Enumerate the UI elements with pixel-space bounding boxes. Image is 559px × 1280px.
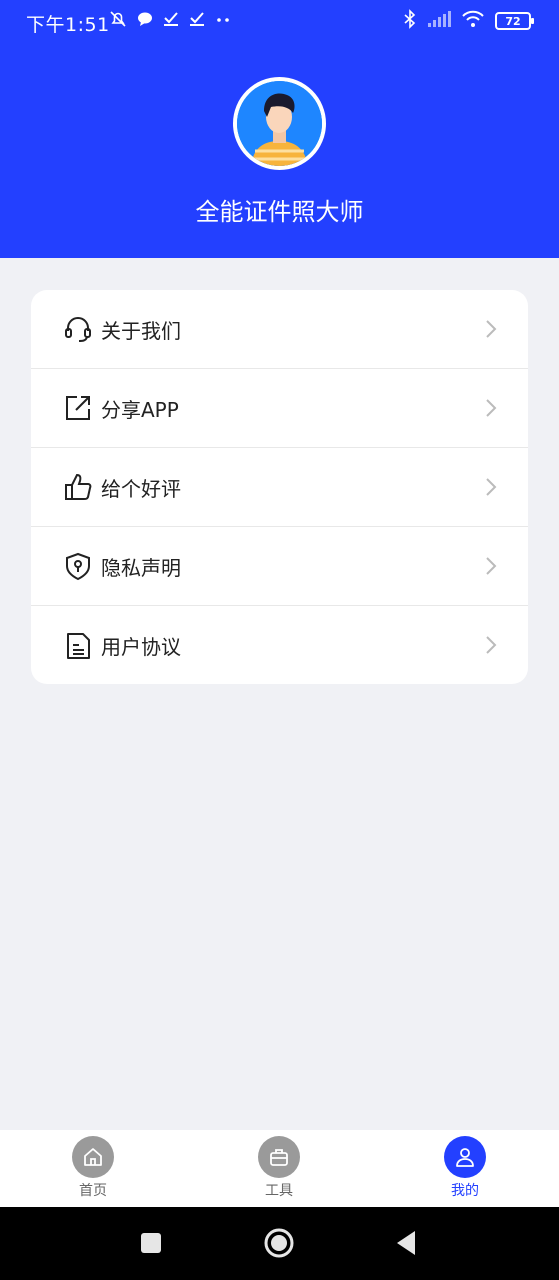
tab-home[interactable]: 首页 (53, 1136, 133, 1200)
menu-item-label: 用户协议 (101, 635, 181, 659)
check-icon (188, 10, 206, 32)
battery-icon: 72 (495, 12, 534, 30)
bluetooth-icon (403, 9, 417, 33)
status-time: 下午1:51 (26, 14, 110, 36)
menu-item-label: 分享APP (101, 397, 179, 422)
app-title: 全能证件照大师 (195, 198, 364, 226)
tab-label: 首页 (79, 1183, 107, 1199)
headset-icon (63, 314, 93, 344)
home-icon (72, 1136, 114, 1178)
back-button[interactable] (395, 1230, 417, 1260)
tab-mine[interactable]: 我的 (425, 1136, 505, 1200)
menu-item-rate-app[interactable]: 给个好评 (31, 448, 528, 527)
signal-icon (427, 10, 451, 32)
chevron-right-icon (486, 399, 497, 417)
toolbox-icon (258, 1136, 300, 1178)
profile-header: 下午1:51 72 全能证件照大师 (0, 0, 559, 258)
menu-item-privacy-policy[interactable]: 隐私声明 (31, 527, 528, 606)
tab-label: 我的 (451, 1183, 479, 1199)
tab-tools[interactable]: 工具 (239, 1136, 319, 1200)
chevron-right-icon (486, 636, 497, 654)
home-button[interactable] (263, 1227, 295, 1263)
user-avatar[interactable] (233, 77, 326, 170)
mute-icon (108, 9, 128, 33)
chevron-right-icon (486, 557, 497, 575)
wifi-icon (461, 10, 485, 32)
chevron-right-icon (486, 320, 497, 338)
menu-item-label: 关于我们 (101, 318, 181, 343)
tab-label: 工具 (265, 1183, 293, 1199)
check-icon (162, 10, 180, 32)
document-icon (63, 631, 93, 661)
thumbs-up-icon (63, 472, 93, 502)
more-dots-icon (214, 10, 232, 32)
bottom-tab-bar: 首页 工具 我的 (0, 1130, 559, 1207)
battery-level: 72 (505, 14, 521, 28)
chat-icon (136, 10, 154, 32)
share-icon (63, 393, 93, 423)
system-nav-bar (0, 1207, 559, 1280)
shield-lock-icon (63, 551, 93, 581)
status-bar: 下午1:51 72 (0, 0, 559, 44)
recents-button[interactable] (140, 1232, 162, 1258)
menu-item-about-us[interactable]: 关于我们 (31, 290, 528, 369)
settings-menu: 关于我们 分享APP 给个好评 隐私声明 用户协议 (31, 290, 528, 684)
profile-icon (444, 1136, 486, 1178)
menu-item-user-agreement[interactable]: 用户协议 (31, 606, 528, 684)
menu-item-label: 隐私声明 (101, 555, 181, 580)
chevron-right-icon (486, 478, 497, 496)
menu-item-share-app[interactable]: 分享APP (31, 369, 528, 448)
menu-item-label: 给个好评 (101, 476, 181, 501)
